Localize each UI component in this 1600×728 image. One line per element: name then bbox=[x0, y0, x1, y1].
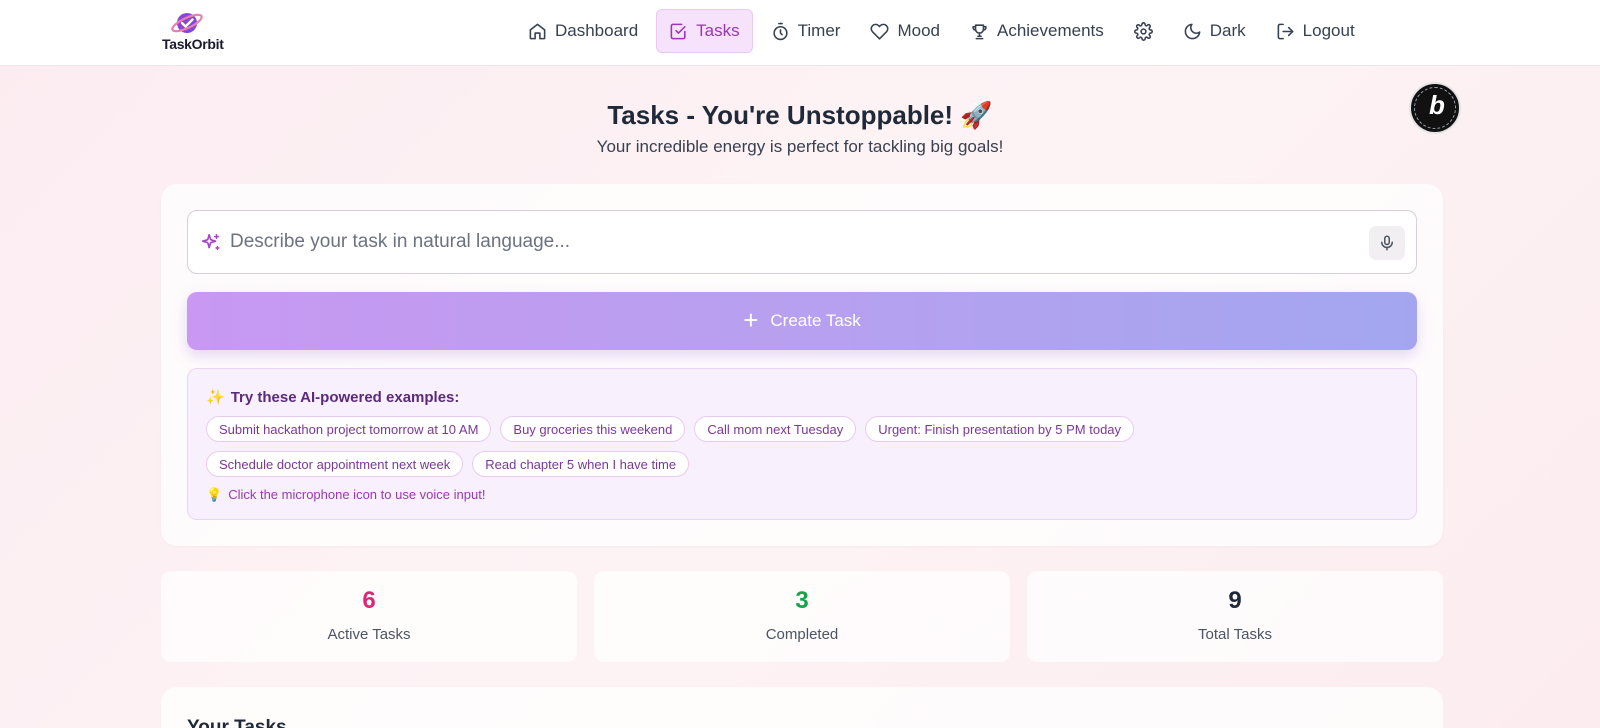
sparkles-icon bbox=[201, 233, 220, 251]
your-tasks-card: Your Tasks bbox=[161, 687, 1443, 728]
home-icon bbox=[529, 23, 546, 39]
your-tasks-heading: Your Tasks bbox=[187, 717, 287, 728]
app-name: TaskOrbit bbox=[162, 36, 224, 52]
trophy-icon bbox=[972, 23, 987, 39]
heart-icon bbox=[870, 23, 889, 40]
example-chip[interactable]: Schedule doctor appointment next week bbox=[206, 451, 464, 477]
nav-dark-label: Dark bbox=[1209, 21, 1246, 40]
nav-achievements-label: Achievements bbox=[996, 21, 1104, 40]
nav-timer-label: Timer bbox=[797, 21, 841, 40]
nav-dashboard-label: Dashboard bbox=[555, 21, 639, 40]
example-chip[interactable]: Urgent: Finish presentation by 5 PM toda… bbox=[865, 416, 1135, 442]
nav-mood[interactable]: Mood bbox=[858, 9, 952, 53]
voice-input-button[interactable] bbox=[1369, 226, 1405, 260]
nav-achievements[interactable]: Achievements bbox=[958, 9, 1116, 53]
voice-hint: 💡 Click the microphone icon to use voice … bbox=[206, 487, 486, 502]
stat-value: 9 bbox=[1228, 587, 1242, 614]
stat-label: Total Tasks bbox=[1198, 626, 1272, 643]
stat-completed: 3 Completed bbox=[594, 571, 1010, 662]
nav-tasks[interactable]: Tasks bbox=[656, 9, 753, 53]
stat-value: 6 bbox=[362, 587, 376, 614]
ai-examples-panel: ✨ Try these AI-powered examples: Submit h… bbox=[187, 368, 1417, 520]
create-task-label: Create Task bbox=[770, 311, 861, 330]
microphone-icon bbox=[1381, 235, 1393, 251]
stat-active-tasks: 6 Active Tasks bbox=[161, 571, 577, 662]
planet-logo-icon bbox=[171, 13, 203, 33]
sparkle-emoji-icon: ✨ bbox=[206, 389, 225, 406]
stat-value: 3 bbox=[795, 587, 809, 614]
examples-title: ✨ Try these AI-powered examples: bbox=[206, 389, 460, 406]
example-chip[interactable]: Read chapter 5 when I have time bbox=[472, 451, 690, 477]
checkbox-icon bbox=[670, 23, 686, 39]
lightbulb-icon: 💡 bbox=[206, 487, 223, 502]
example-chip[interactable]: Call mom next Tuesday bbox=[694, 416, 857, 442]
moon-icon bbox=[1184, 23, 1201, 39]
stopwatch-icon bbox=[773, 22, 788, 40]
nav-logout-label: Logout bbox=[1302, 21, 1355, 40]
nav-timer[interactable]: Timer bbox=[759, 9, 853, 53]
nav-dashboard[interactable]: Dashboard bbox=[516, 9, 650, 53]
nav-tasks-label: Tasks bbox=[696, 21, 740, 40]
example-chip[interactable]: Submit hackathon project tomorrow at 10 … bbox=[206, 416, 492, 442]
nav-mood-label: Mood bbox=[897, 21, 940, 40]
create-task-button[interactable]: + Create Task bbox=[187, 292, 1417, 350]
nav-dark-mode[interactable]: Dark bbox=[1171, 9, 1258, 53]
logout-icon bbox=[1277, 23, 1294, 39]
stat-label: Active Tasks bbox=[327, 626, 411, 643]
example-chip[interactable]: Buy groceries this weekend bbox=[500, 416, 686, 442]
task-description-input[interactable] bbox=[230, 211, 1330, 273]
example-chips: Submit hackathon project tomorrow at 10 … bbox=[206, 416, 1406, 486]
nav-logout[interactable]: Logout bbox=[1264, 9, 1367, 53]
page-title: Tasks - You're Unstoppable! 🚀 bbox=[607, 100, 993, 130]
top-navbar: TaskOrbit Dashboard Tasks Timer Mood Ach… bbox=[0, 0, 1600, 66]
plus-icon: + bbox=[743, 304, 759, 335]
stat-label: Completed bbox=[765, 626, 839, 643]
gear-icon bbox=[1133, 21, 1153, 41]
task-creation-card: + Create Task ✨Try these AI-powered exam… bbox=[161, 184, 1443, 546]
nav-settings[interactable] bbox=[1122, 9, 1165, 53]
nav-menu: Dashboard Tasks Timer Mood Achievements … bbox=[516, 9, 1373, 53]
stat-total-tasks: 9 Total Tasks bbox=[1027, 571, 1443, 662]
task-input-container bbox=[187, 210, 1417, 274]
page-subtitle: Your incredible energy is perfect for ta… bbox=[596, 137, 1004, 156]
app-logo[interactable]: TaskOrbit bbox=[162, 9, 232, 55]
